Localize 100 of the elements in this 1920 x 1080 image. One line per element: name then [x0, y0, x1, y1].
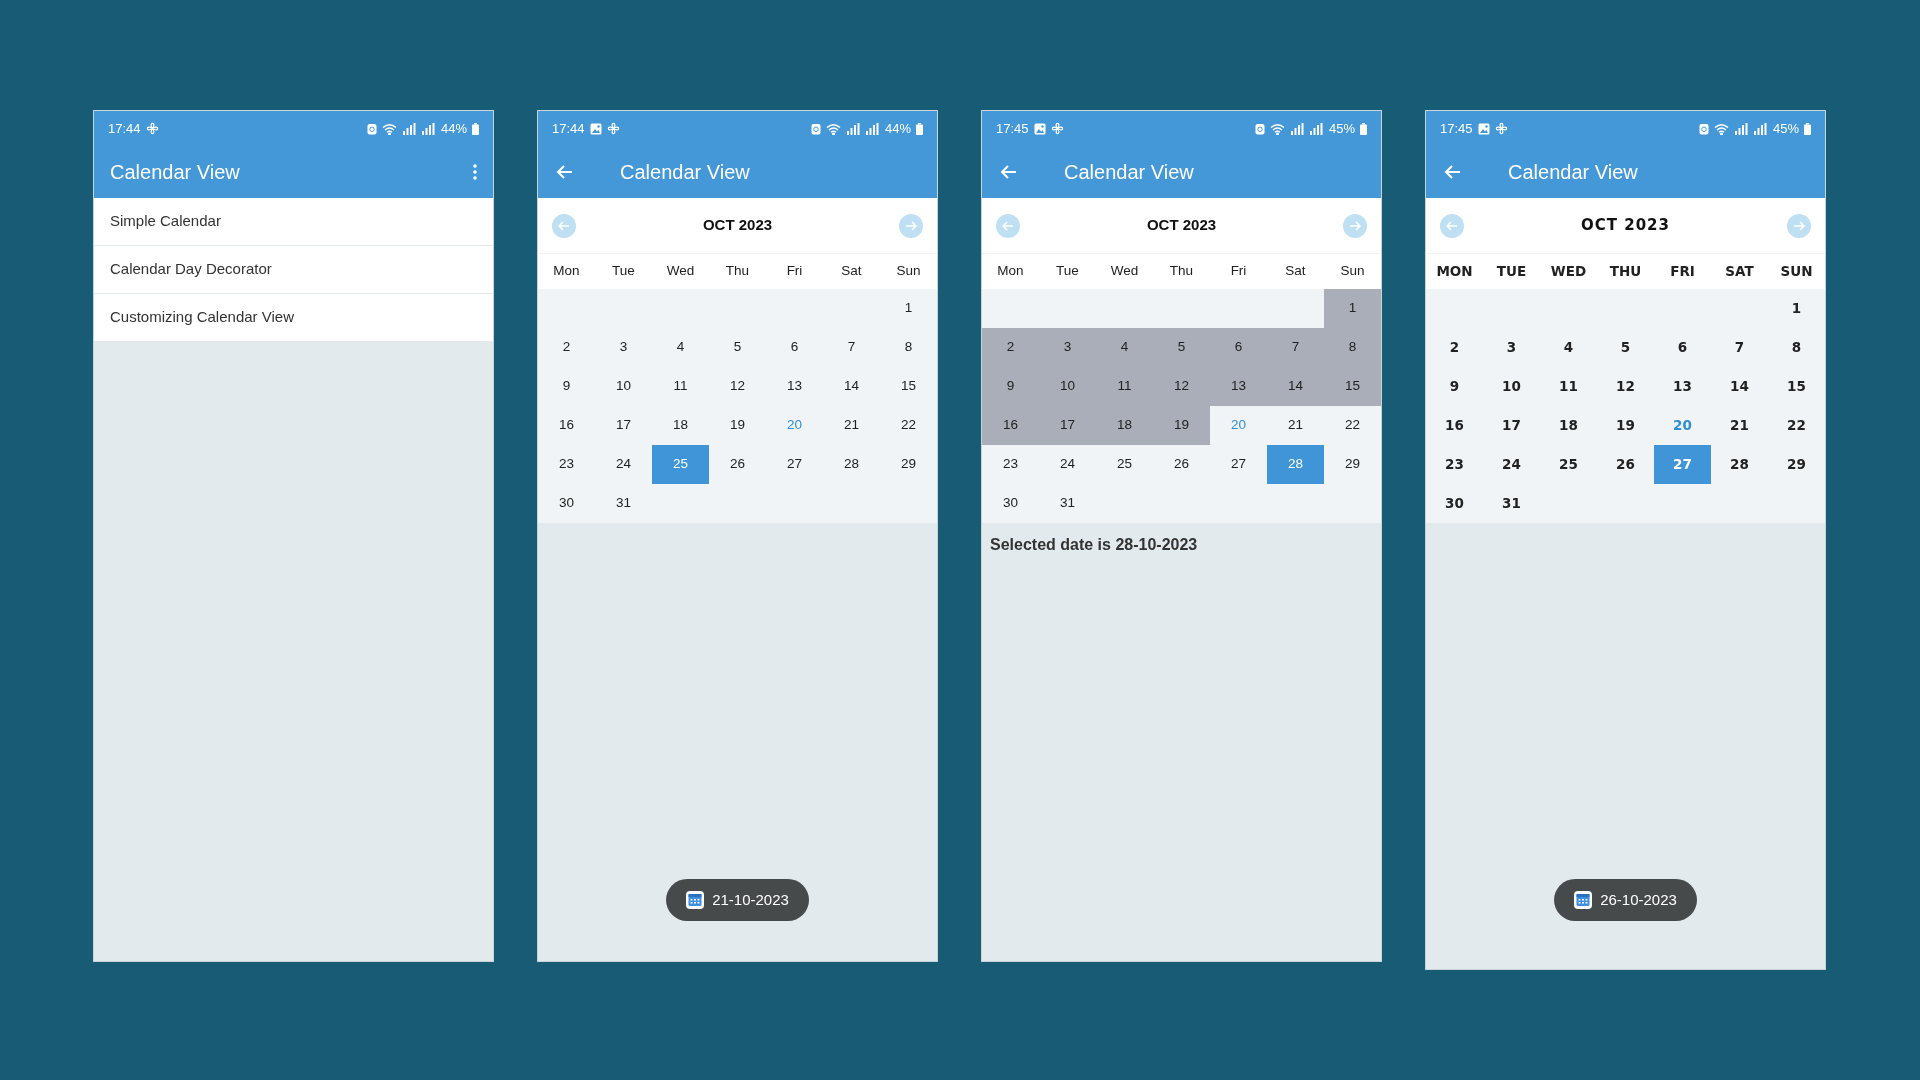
day-cell[interactable]: 19 — [709, 406, 766, 445]
day-cell[interactable]: 5 — [1153, 328, 1210, 367]
previous-month-icon[interactable] — [996, 213, 1020, 238]
day-cell[interactable]: 22 — [1324, 406, 1381, 445]
day-cell[interactable]: 16 — [1426, 406, 1483, 445]
day-cell[interactable]: 10 — [1483, 367, 1540, 406]
day-cell[interactable]: 24 — [1483, 445, 1540, 484]
day-cell[interactable]: 30 — [1426, 484, 1483, 523]
day-cell[interactable]: 24 — [1039, 445, 1096, 484]
day-cell[interactable]: 17 — [1039, 406, 1096, 445]
day-cell[interactable]: 9 — [982, 367, 1039, 406]
day-cell[interactable]: 11 — [652, 367, 709, 406]
back-icon[interactable] — [1000, 163, 1018, 181]
day-cell[interactable]: 17 — [595, 406, 652, 445]
day-cell[interactable]: 22 — [1768, 406, 1825, 445]
day-cell[interactable]: 31 — [1483, 484, 1540, 523]
day-cell[interactable]: 18 — [1096, 406, 1153, 445]
day-cell[interactable]: 8 — [1324, 328, 1381, 367]
day-cell[interactable]: 15 — [1768, 367, 1825, 406]
day-cell[interactable]: 1 — [1324, 289, 1381, 328]
next-month-icon[interactable] — [899, 213, 923, 238]
day-cell[interactable]: 16 — [538, 406, 595, 445]
next-month-icon[interactable] — [1343, 213, 1367, 238]
day-cell[interactable]: 21 — [1267, 406, 1324, 445]
day-cell[interactable]: 19 — [1153, 406, 1210, 445]
day-cell[interactable]: 4 — [1540, 328, 1597, 367]
day-cell[interactable]: 14 — [823, 367, 880, 406]
day-cell[interactable]: 26 — [1153, 445, 1210, 484]
menu-icon[interactable] — [473, 164, 477, 180]
day-cell[interactable]: 27 — [1210, 445, 1267, 484]
day-cell[interactable]: 5 — [1597, 328, 1654, 367]
day-cell[interactable]: 26 — [709, 445, 766, 484]
day-cell[interactable]: 29 — [1768, 445, 1825, 484]
day-cell[interactable]: 25 — [1540, 445, 1597, 484]
day-cell[interactable]: 28 — [823, 445, 880, 484]
day-cell[interactable]: 1 — [880, 289, 937, 328]
day-cell[interactable]: 18 — [1540, 406, 1597, 445]
day-cell[interactable]: 3 — [595, 328, 652, 367]
day-cell[interactable]: 2 — [982, 328, 1039, 367]
day-cell[interactable]: 31 — [595, 484, 652, 523]
day-cell[interactable]: 15 — [1324, 367, 1381, 406]
day-cell[interactable]: 24 — [595, 445, 652, 484]
day-cell[interactable]: 11 — [1096, 367, 1153, 406]
day-cell[interactable]: 30 — [982, 484, 1039, 523]
day-cell[interactable]: 7 — [823, 328, 880, 367]
day-cell[interactable]: 12 — [709, 367, 766, 406]
day-cell[interactable]: 26 — [1597, 445, 1654, 484]
day-cell[interactable]: 29 — [880, 445, 937, 484]
day-cell[interactable]: 5 — [709, 328, 766, 367]
day-cell[interactable]: 15 — [880, 367, 937, 406]
day-cell[interactable]: 19 — [1597, 406, 1654, 445]
day-cell[interactable]: 8 — [880, 328, 937, 367]
day-cell[interactable]: 16 — [982, 406, 1039, 445]
day-cell[interactable]: 17 — [1483, 406, 1540, 445]
day-cell[interactable]: 14 — [1267, 367, 1324, 406]
day-cell[interactable]: 22 — [880, 406, 937, 445]
day-cell[interactable]: 8 — [1768, 328, 1825, 367]
day-cell[interactable]: 10 — [595, 367, 652, 406]
day-cell[interactable]: 6 — [1210, 328, 1267, 367]
day-cell[interactable]: 23 — [538, 445, 595, 484]
day-cell[interactable]: 10 — [1039, 367, 1096, 406]
day-cell[interactable]: 23 — [1426, 445, 1483, 484]
day-cell[interactable]: 21 — [1711, 406, 1768, 445]
menu-item[interactable]: Simple Calendar — [94, 198, 493, 246]
day-cell[interactable]: 28 — [1711, 445, 1768, 484]
day-cell[interactable]: 13 — [1210, 367, 1267, 406]
day-cell[interactable]: 13 — [1654, 367, 1711, 406]
day-cell[interactable]: 2 — [538, 328, 595, 367]
day-cell[interactable]: 6 — [1654, 328, 1711, 367]
day-cell[interactable]: 12 — [1153, 367, 1210, 406]
day-cell[interactable]: 29 — [1324, 445, 1381, 484]
previous-month-icon[interactable] — [1440, 213, 1464, 238]
day-cell[interactable]: 25 — [1096, 445, 1153, 484]
day-cell[interactable]: 9 — [538, 367, 595, 406]
day-cell[interactable]: 1 — [1768, 289, 1825, 328]
back-icon[interactable] — [556, 163, 574, 181]
back-icon[interactable] — [1444, 163, 1462, 181]
next-month-icon[interactable] — [1787, 213, 1811, 238]
day-cell[interactable]: 27 — [766, 445, 823, 484]
day-cell[interactable]: 4 — [652, 328, 709, 367]
day-cell[interactable]: 12 — [1597, 367, 1654, 406]
day-cell[interactable]: 18 — [652, 406, 709, 445]
day-cell[interactable]: 3 — [1039, 328, 1096, 367]
day-cell[interactable]: 21 — [823, 406, 880, 445]
day-cell[interactable]: 9 — [1426, 367, 1483, 406]
menu-item[interactable]: Calendar Day Decorator — [94, 246, 493, 294]
day-cell[interactable]: 11 — [1540, 367, 1597, 406]
day-cell[interactable]: 23 — [982, 445, 1039, 484]
menu-item[interactable]: Customizing Calendar View — [94, 294, 493, 342]
day-cell[interactable]: 2 — [1426, 328, 1483, 367]
day-cell[interactable]: 13 — [766, 367, 823, 406]
day-cell[interactable]: 7 — [1711, 328, 1768, 367]
day-cell[interactable]: 31 — [1039, 484, 1096, 523]
day-cell[interactable]: 3 — [1483, 328, 1540, 367]
day-cell[interactable]: 30 — [538, 484, 595, 523]
day-cell[interactable]: 7 — [1267, 328, 1324, 367]
previous-month-icon[interactable] — [552, 213, 576, 238]
day-cell[interactable]: 14 — [1711, 367, 1768, 406]
day-cell[interactable]: 4 — [1096, 328, 1153, 367]
day-cell[interactable]: 6 — [766, 328, 823, 367]
